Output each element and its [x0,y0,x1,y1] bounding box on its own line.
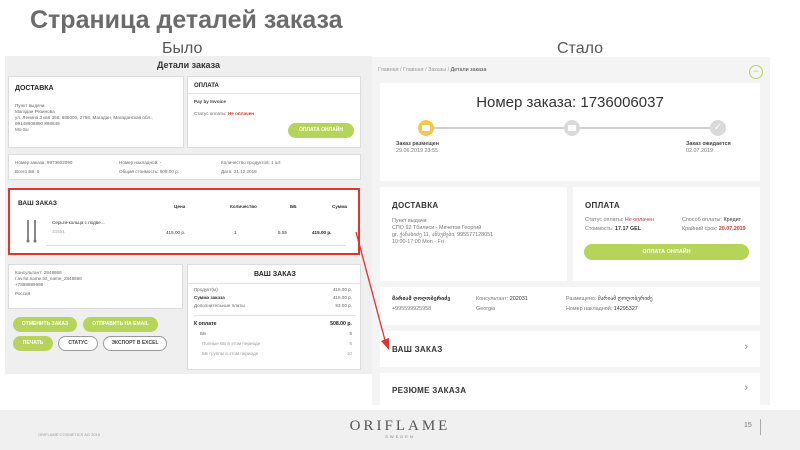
slide-footer: ORIFLAME COSMETICS AG 2019 ORIFLAME SWED… [0,410,800,450]
comparison-arrow [355,231,389,350]
oriflame-logo: ORIFLAME SWEDEN [0,418,800,439]
logo-subtitle: SWEDEN [385,434,415,439]
logo-wordmark: ORIFLAME [349,418,451,434]
page-number: 15 [744,422,752,429]
